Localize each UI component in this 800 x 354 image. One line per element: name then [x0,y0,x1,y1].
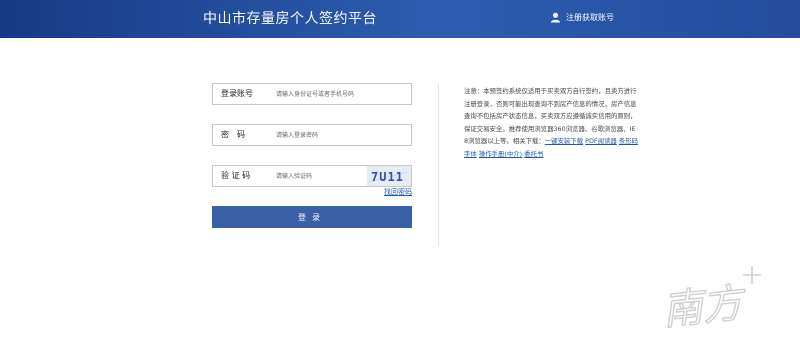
page-title: 中山市存量房个人签约平台 [203,11,377,27]
forgot-password-link[interactable]: 找回密码 [384,187,412,197]
nanfang-watermark: 南方 [660,266,761,332]
vertical-divider [438,84,439,247]
register-link[interactable]: 注册获取账号 [550,12,614,23]
password-input[interactable] [276,128,401,142]
downloads-label: 相关下载： [512,137,545,146]
captcha-text: 7U11 [371,170,404,184]
password-field: 密 码 [212,124,412,146]
account-input[interactable] [276,87,401,101]
user-icon [551,12,560,23]
plus-icon [743,266,761,284]
notice-panel: 注意：本预签约系统仅适用于买卖双方自行签约，且卖方进行注册登录，否则可能出现查询… [464,85,639,161]
captcha-image[interactable]: 7U11 [367,166,411,186]
top-header: 中山市存量房个人签约平台 注册获取账号 [0,0,800,38]
download-installer-link[interactable]: 一键安装下载 [545,137,583,145]
watermark-text: 南方 [660,280,749,332]
power-of-attorney-link[interactable]: 委托书 [524,150,543,158]
password-label: 密 码 [221,130,245,139]
captcha-label: 验 证 码 [221,171,251,180]
account-label: 登录账号 [221,89,253,98]
pdf-reader-link[interactable]: PDF阅读器 [585,137,617,145]
register-label: 注册获取账号 [566,13,614,22]
account-field: 登录账号 [212,83,412,105]
manual-link[interactable]: 操作手册(中介) [479,150,522,158]
login-button[interactable]: 登录 [212,206,412,228]
